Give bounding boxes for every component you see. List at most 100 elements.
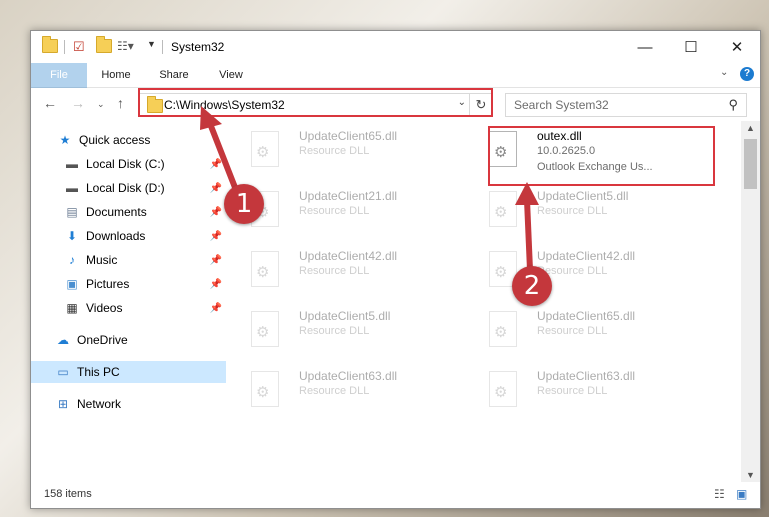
sidebar-item-videos[interactable]: ▦ Videos 📌	[31, 297, 226, 319]
scrollbar-thumb[interactable]	[744, 139, 757, 189]
list-item[interactable]: UpdateClient5.dll Resource DLL	[231, 305, 441, 355]
cloud-icon: ☁	[57, 333, 69, 347]
sidebar-item-label: This PC	[77, 365, 120, 379]
pin-icon[interactable]: 📌	[210, 279, 222, 290]
forward-icon[interactable]: →	[71, 95, 85, 111]
list-item[interactable]: UpdateClient65.dll Resource DLL	[231, 125, 441, 175]
divider	[64, 40, 65, 54]
dll-file-icon	[489, 371, 517, 407]
explorer-window: ☑ ☷▾ ▼ System32 — ☐ ✕ File Home Share Vi…	[30, 30, 761, 509]
sidebar-item-label: Local Disk (C:)	[86, 157, 165, 171]
tab-share[interactable]: Share	[151, 63, 197, 87]
sidebar-item-pictures[interactable]: ▣ Pictures 📌	[31, 273, 226, 295]
list-item[interactable]: UpdateClient65.dll Resource DLL	[469, 305, 679, 355]
new-folder-icon[interactable]	[96, 36, 112, 53]
item-count: 158 items	[44, 488, 92, 500]
sidebar-item-this-pc[interactable]: ▭ This PC	[31, 361, 226, 383]
file-type: Resource DLL	[537, 325, 608, 337]
vertical-scrollbar[interactable]: ▲ ▼	[741, 121, 760, 482]
dll-file-icon	[251, 371, 279, 407]
scroll-down-icon[interactable]: ▼	[746, 470, 755, 480]
help-icon[interactable]: ?	[740, 67, 754, 81]
minimize-button[interactable]: —	[622, 31, 668, 63]
dll-file-icon	[251, 311, 279, 347]
list-item[interactable]: UpdateClient63.dll Resource DLL	[469, 365, 679, 415]
sidebar-item-label: Documents	[86, 205, 147, 219]
sidebar-item-label: OneDrive	[77, 333, 128, 347]
sidebar-item-quick-access[interactable]: ★ Quick access	[31, 129, 226, 151]
ribbon-tabs: File Home Share View ⌄ ?	[31, 63, 760, 113]
sidebar-item-label: Videos	[86, 301, 123, 315]
properties-icon[interactable]: ☑	[73, 39, 85, 55]
file-name: UpdateClient63.dll	[299, 369, 398, 383]
back-icon[interactable]: ←	[43, 95, 57, 111]
pin-icon[interactable]: 📌	[210, 231, 222, 242]
sidebar-item-music[interactable]: ♪ Music 📌	[31, 249, 226, 271]
file-name: UpdateClient63.dll	[537, 369, 636, 383]
scroll-up-icon[interactable]: ▲	[746, 123, 755, 133]
file-type: Resource DLL	[299, 265, 370, 277]
sidebar-item-onedrive[interactable]: ☁ OneDrive	[31, 329, 226, 351]
file-name: UpdateClient5.dll	[299, 309, 391, 323]
chevron-down-icon[interactable]: ▼	[147, 39, 156, 49]
tab-view[interactable]: View	[208, 63, 254, 87]
tab-home[interactable]: Home	[93, 63, 139, 87]
file-name: UpdateClient65.dll	[537, 309, 636, 323]
search-icon[interactable]: ⚲	[728, 97, 738, 113]
file-type: Resource DLL	[537, 385, 608, 397]
sidebar-item-label: Quick access	[79, 133, 151, 147]
details-view-icon[interactable]: ☷	[714, 487, 725, 501]
step-badge-2: 2	[512, 266, 552, 306]
maximize-button[interactable]: ☐	[668, 31, 714, 63]
list-item[interactable]: UpdateClient5.dll Resource DLL	[469, 185, 679, 235]
expand-ribbon-icon[interactable]: ⌄	[720, 67, 728, 78]
file-name: UpdateClient5.dll	[537, 189, 629, 203]
sidebar-item-label: Downloads	[86, 229, 146, 243]
sidebar-item-local-disk-c[interactable]: ▬ Local Disk (C:) 📌	[31, 153, 226, 175]
file-highlight	[488, 126, 715, 186]
file-name: UpdateClient42.dll	[299, 249, 398, 263]
sidebar-item-local-disk-d[interactable]: ▬ Local Disk (D:) 📌	[31, 177, 226, 199]
customize-toolbar-icon[interactable]: ☷▾	[117, 39, 134, 53]
file-name: UpdateClient42.dll	[537, 249, 636, 263]
drive-icon: ▬	[66, 181, 78, 195]
file-type: Resource DLL	[537, 205, 608, 217]
file-type: Resource DLL	[299, 205, 370, 217]
sidebar-item-network[interactable]: ⊞ Network	[31, 393, 226, 415]
status-bar: 158 items ☷ ▣	[31, 482, 760, 508]
sidebar-item-documents[interactable]: ▤ Documents 📌	[31, 201, 226, 223]
file-type: Resource DLL	[299, 385, 370, 397]
tiles-view-icon[interactable]: ▣	[736, 487, 747, 501]
pin-icon[interactable]: 📌	[210, 207, 222, 218]
folder-icon	[42, 36, 58, 53]
file-name: UpdateClient65.dll	[299, 129, 398, 143]
list-item[interactable]: UpdateClient42.dll Resource DLL	[231, 245, 441, 295]
file-type: Resource DLL	[299, 145, 370, 157]
search-input[interactable]: Search System32 ⚲	[505, 93, 747, 117]
sidebar-item-downloads[interactable]: ⬇ Downloads 📌	[31, 225, 226, 247]
network-icon: ⊞	[57, 397, 69, 411]
recent-locations-icon[interactable]: ⌄	[97, 99, 105, 110]
pin-icon[interactable]: 📌	[210, 159, 222, 170]
title-bar: ☑ ☷▾ ▼ System32 — ☐ ✕	[31, 31, 760, 63]
pin-icon[interactable]: 📌	[210, 183, 222, 194]
video-icon: ▦	[66, 301, 78, 315]
star-icon: ★	[59, 133, 71, 147]
file-name: UpdateClient21.dll	[299, 189, 398, 203]
pin-icon[interactable]: 📌	[210, 303, 222, 314]
up-icon[interactable]: ↑	[117, 95, 124, 111]
list-item[interactable]: UpdateClient42.dll Resource DLL	[469, 245, 679, 295]
dll-file-icon	[251, 131, 279, 167]
download-icon: ⬇	[66, 229, 78, 243]
music-icon: ♪	[69, 253, 75, 267]
dll-file-icon	[251, 251, 279, 287]
sidebar-item-label: Local Disk (D:)	[86, 181, 165, 195]
list-item[interactable]: UpdateClient63.dll Resource DLL	[231, 365, 441, 415]
close-button[interactable]: ✕	[714, 31, 760, 63]
navigation-pane: ★ Quick access ▬ Local Disk (C:) 📌 ▬ Loc…	[31, 121, 226, 481]
search-placeholder: Search System32	[514, 98, 609, 112]
sidebar-item-label: Music	[86, 253, 118, 267]
document-icon: ▤	[66, 205, 78, 219]
pin-icon[interactable]: 📌	[210, 255, 222, 266]
computer-icon: ▭	[57, 365, 69, 379]
